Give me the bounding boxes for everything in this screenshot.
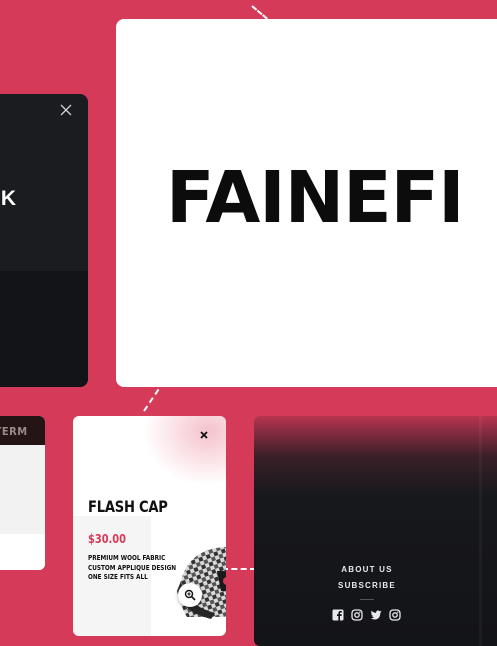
nav-card-footer xyxy=(0,534,45,570)
product-title: FLASH CAP xyxy=(88,497,168,516)
connector-line xyxy=(251,5,268,20)
facebook-icon[interactable] xyxy=(332,608,344,621)
description-line: ONE SIZE FITS ALL xyxy=(88,573,148,581)
logo-preview-card: FAINEFI xyxy=(116,19,497,387)
footer-menu-card: ABOUT US SUBSCRIBE xyxy=(254,416,497,646)
social-links xyxy=(332,608,401,621)
zoom-in-icon[interactable] xyxy=(178,583,202,607)
cap-product-image[interactable] xyxy=(175,541,226,621)
glow-decoration xyxy=(143,416,226,486)
card-edge xyxy=(479,416,482,646)
close-icon[interactable] xyxy=(200,427,208,442)
footer-divider xyxy=(360,599,374,600)
footer-link-about[interactable]: ABOUT US xyxy=(254,565,480,574)
description-line: PREMIUM WOOL FABRIC xyxy=(88,554,166,562)
navigation-card: STERM xyxy=(0,416,45,570)
nav-bar: STERM xyxy=(0,416,45,445)
nav-item-terms[interactable]: TERM xyxy=(0,425,28,438)
footer-link-subscribe[interactable]: SUBSCRIBE xyxy=(254,581,480,590)
product-price: $30.00 xyxy=(88,532,126,546)
dark-modal: OK xyxy=(0,94,88,387)
product-quick-view: FLASH CAP $30.00 PREMIUM WOOL FABRIC CUS… xyxy=(73,416,226,636)
connector-line xyxy=(143,388,160,412)
close-icon[interactable] xyxy=(60,104,72,120)
instagram-icon[interactable] xyxy=(389,608,401,621)
connector-line xyxy=(222,568,256,570)
modal-heading: OK xyxy=(0,187,16,210)
modal-lower-panel xyxy=(0,271,88,387)
instagram-icon[interactable] xyxy=(351,608,363,621)
product-description: PREMIUM WOOL FABRIC CUSTOM APPLIQUE DESI… xyxy=(88,554,176,583)
description-line: CUSTOM APPLIQUE DESIGN xyxy=(88,563,177,572)
twitter-icon[interactable] xyxy=(370,608,382,620)
brand-logo: FAINEFI xyxy=(166,156,465,239)
